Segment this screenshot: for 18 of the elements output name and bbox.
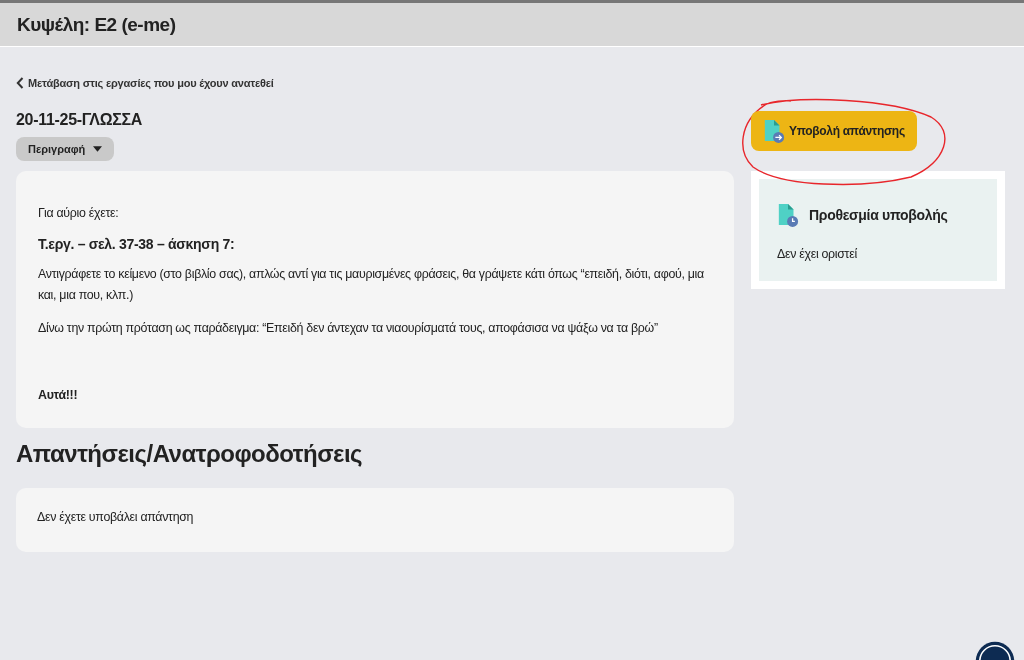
deadline-title: Προθεσμία υποβολής [809,207,948,223]
answers-title: Απαντήσεις/Ανατροφοδοτήσεις [16,440,363,468]
back-link[interactable]: Μετάβαση στις εργασίες που μου έχουν ανατεθεί [16,77,274,89]
description-text: Για αύριο έχετε: [38,205,120,222]
page-title: Κυψέλη: Ε2 (e-me) [17,13,176,36]
caret-icon [93,146,103,152]
description-text: Αυτά!!! [38,387,79,404]
description-heading: Τ.εργ. – σελ. 37-38 – άσκηση 7: [38,236,236,252]
submit-answer-button[interactable]: Υποβολή απάντησης [751,111,917,151]
empty-message: Δεν έχετε υποβάλει απάντηση [37,510,194,524]
assignment-title: 20-11-25-ΓΛΩΣΣΑ [16,111,143,129]
deadline-value: Δεν έχει οριστεί [777,247,858,261]
description-text: Αντιγράφετε το κείμενο (στο βιβλίο σας), απλώς αντί για τις μαυρισμένες φράσεις, θα γράψετε κάτι όπως “επειδή, διότι, αφού, μια και, μια που, κλπ.) [38,266,705,304]
description-text: Δίνω την πρώτη πρόταση ως παράδειγμα: “Επειδή δεν άντεχαν τα νιαουρίσματά τους, αποφάσισα να ψάξω να τα βρώ” [38,320,659,337]
chevron-left-icon [16,77,24,89]
description-toggle[interactable]: Περιγραφή [16,137,115,161]
document-clock-icon [777,203,799,227]
document-arrow-icon [763,119,785,143]
